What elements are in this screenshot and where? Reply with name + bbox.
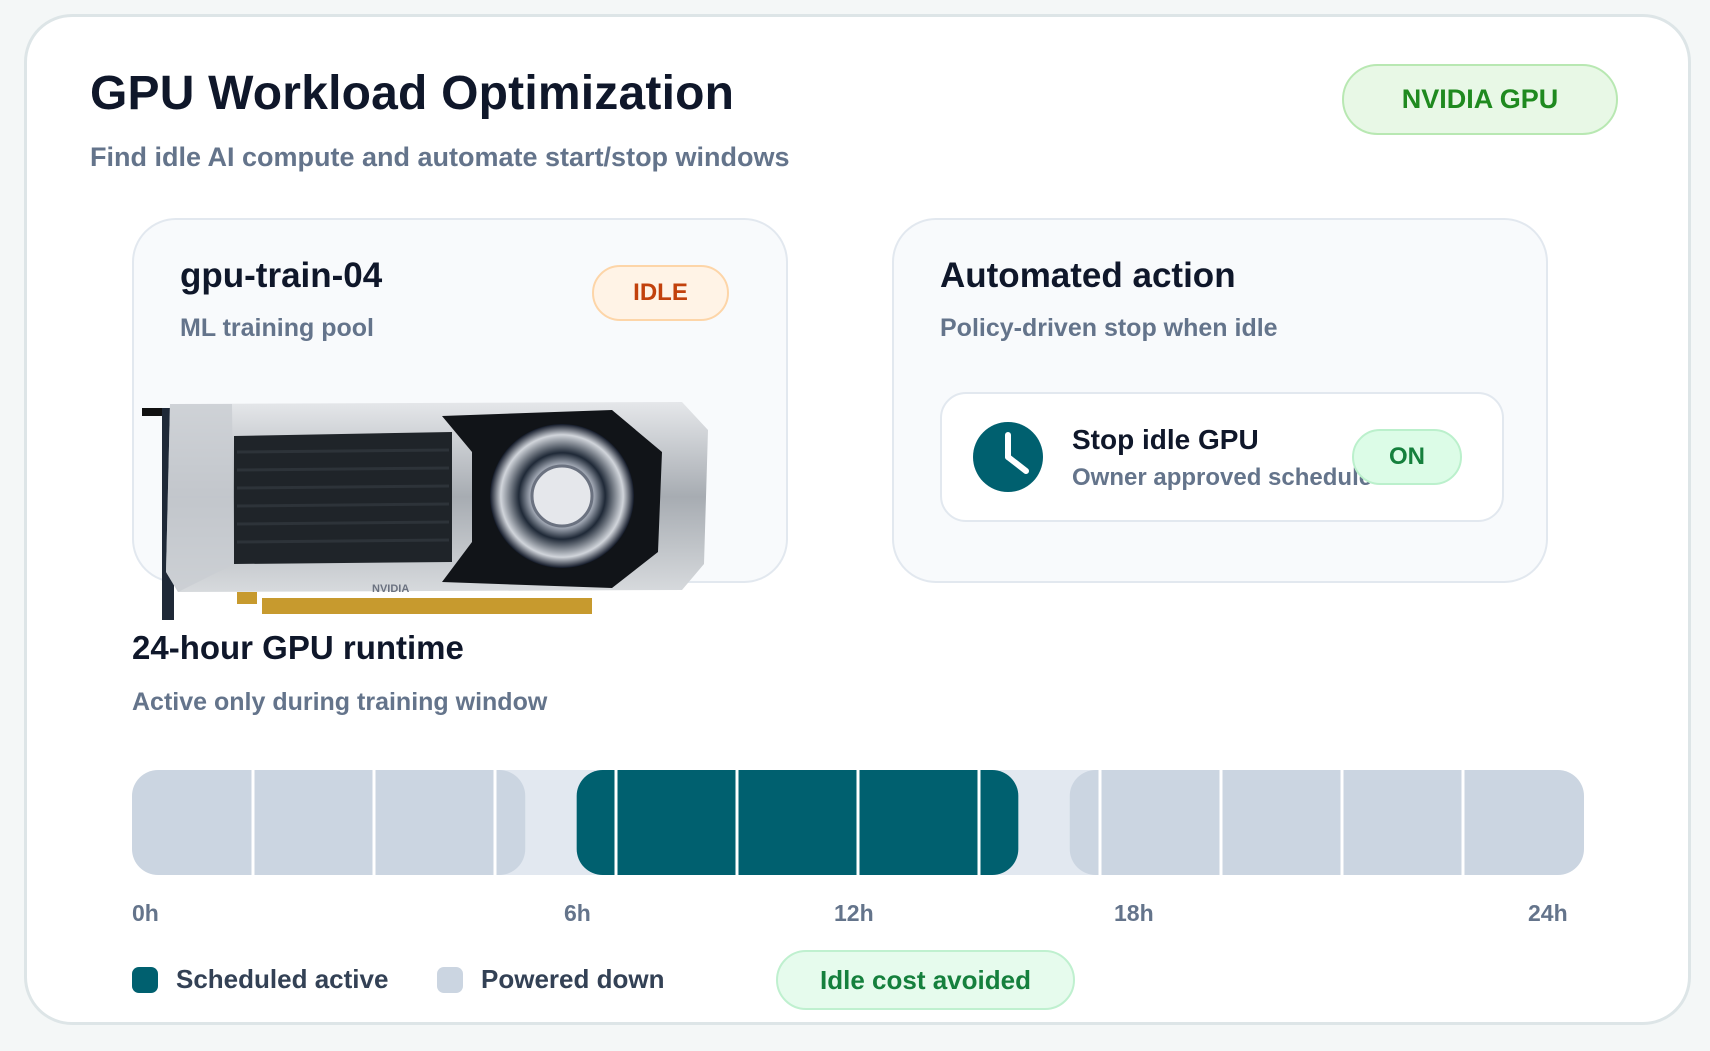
- status-badge: IDLE: [592, 265, 729, 321]
- savings-badge: Idle cost avoided: [776, 950, 1075, 1010]
- automation-subtitle: Policy-driven stop when idle: [940, 314, 1278, 342]
- tick-0h: 0h: [132, 900, 159, 926]
- legend-down-label: Powered down: [481, 964, 665, 994]
- rule-toggle[interactable]: ON: [1352, 429, 1462, 485]
- tick-18h: 18h: [1114, 900, 1154, 926]
- tick-24h: 24h: [1528, 900, 1568, 926]
- schedule-title: 24-hour GPU runtime: [132, 629, 464, 666]
- schedule-subtitle: Active only during training window: [132, 688, 548, 716]
- timeline-segment-down: [132, 770, 526, 875]
- rule-subtitle: Owner approved schedule: [1072, 464, 1373, 491]
- rule-title: Stop idle GPU: [1072, 424, 1259, 455]
- clock-icon: [973, 422, 1043, 492]
- gpu-vendor-badge: NVIDIA GPU: [1342, 64, 1618, 135]
- stop-idle-rule[interactable]: Stop idle GPU Owner approved schedule ON: [940, 392, 1504, 522]
- legend-down: Powered down: [437, 964, 664, 995]
- instance-name: gpu-train-04: [180, 256, 383, 295]
- gpu-brand-text: NVIDIA: [372, 583, 409, 595]
- automation-panel: Automated action Policy-driven stop when…: [892, 218, 1548, 583]
- gpu-card-image: NVIDIA: [142, 402, 708, 620]
- page-title: GPU Workload Optimization: [90, 67, 735, 120]
- legend-active-label: Scheduled active: [176, 964, 389, 994]
- timeline-segment-active: [576, 770, 1019, 875]
- runtime-timeline: [132, 770, 1584, 875]
- legend-swatch-active: [132, 966, 158, 993]
- automation-title: Automated action: [940, 256, 1236, 295]
- tick-6h: 6h: [564, 900, 591, 926]
- instance-pool: ML training pool: [180, 314, 374, 342]
- timeline-segment-down: [1069, 770, 1584, 875]
- tick-12h: 12h: [834, 900, 874, 926]
- legend-active: Scheduled active: [132, 964, 388, 995]
- page-subtitle: Find idle AI compute and automate start/…: [90, 142, 790, 172]
- legend-swatch-down: [437, 966, 463, 993]
